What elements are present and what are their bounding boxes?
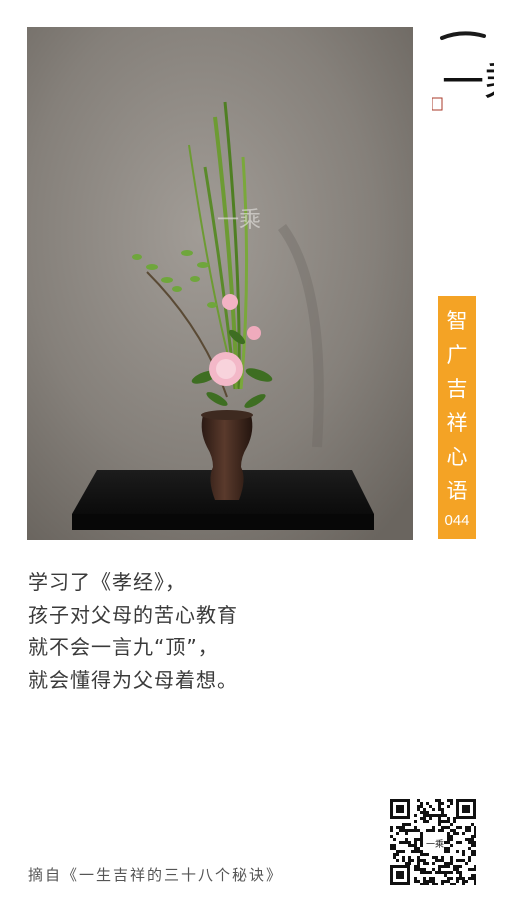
quote-line: 孩子对父母的苦心教育	[28, 602, 238, 627]
photo-watermark: 一乘	[217, 208, 261, 233]
qr-code[interactable]: 一乘	[390, 799, 477, 886]
ikebana-illustration: 一乘	[27, 27, 413, 540]
quote-line: 就会懂得为父母着想。	[28, 667, 238, 692]
ikebana-photo: 一乘	[27, 27, 413, 540]
series-badge: 智 广 吉 祥 心 语 044	[438, 296, 476, 539]
source-citation: 摘自《一生吉祥的三十八个秘诀》	[28, 866, 284, 884]
quote-block: 学习了《孝经》， 孩子对父母的苦心教育 就不会一言九“顶”， 就会懂得为父母着想…	[28, 566, 238, 696]
badge-char: 心	[446, 445, 468, 469]
badge-char: 广	[446, 343, 468, 367]
badge-char: 祥	[446, 411, 468, 435]
brand-logo: 一乘	[431, 28, 506, 118]
badge-char: 智	[446, 309, 468, 333]
badge-number: 044	[444, 512, 470, 529]
badge-char: 吉	[446, 377, 468, 401]
quote-line: 学习了《孝经》，	[28, 570, 186, 594]
badge-char: 语	[446, 479, 468, 503]
quote-line: 就不会一言九“顶”，	[28, 635, 219, 659]
qr-center-text: 一乘	[426, 838, 444, 850]
logo-text: 一乘	[442, 57, 494, 106]
